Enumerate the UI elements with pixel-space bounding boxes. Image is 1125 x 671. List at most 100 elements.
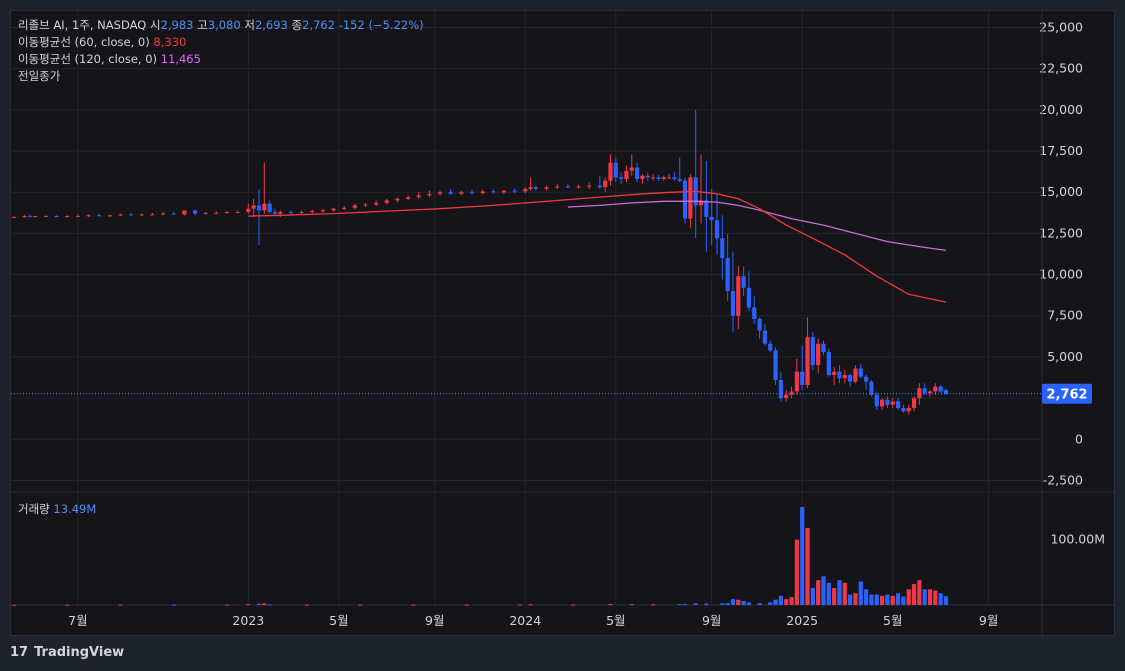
candle-body <box>342 207 347 209</box>
candle-body <box>624 170 629 180</box>
low-value: 2,693 <box>254 18 288 32</box>
candle-body <box>805 337 810 385</box>
candle-body <box>938 386 943 392</box>
candle-body <box>501 190 507 193</box>
y-tick-label: 7,500 <box>1047 308 1083 323</box>
candle-body <box>800 371 805 385</box>
candle-body <box>757 319 762 331</box>
volume-bar <box>704 603 709 605</box>
candle-body <box>906 407 911 412</box>
candle-body <box>363 204 368 206</box>
candle-body <box>65 216 70 218</box>
high-label: 고 <box>197 18 208 32</box>
prev-close-legend[interactable]: 전일종가 <box>18 68 424 85</box>
candle-body <box>895 401 901 408</box>
volume-bar <box>864 589 869 605</box>
candle-body <box>75 216 81 218</box>
volume-value: 13.49M <box>53 502 97 516</box>
candle-body <box>885 399 890 405</box>
chart-legend: 리졸브 AI, 1주, NASDAQ 시2,983 고3,080 저2,693 … <box>18 17 424 85</box>
symbol-title[interactable]: 리졸브 AI, 1주, NASDAQ <box>18 18 146 32</box>
candle-body <box>214 212 219 214</box>
candle-body <box>448 192 453 194</box>
x-tick-label: 5월 <box>606 613 625 628</box>
ma60-legend[interactable]: 이동평균선 (60, close, 0) 8,330 <box>18 34 424 51</box>
volume-bar <box>943 596 949 605</box>
candle-body <box>352 205 357 208</box>
candle-body <box>251 205 256 209</box>
volume-bar <box>810 588 815 605</box>
volume-bar <box>693 603 698 605</box>
candle-body <box>704 200 709 217</box>
volume-bar <box>826 582 831 605</box>
candle-body <box>917 388 922 399</box>
candle-body <box>459 192 464 194</box>
volume-bar <box>938 593 943 605</box>
candle-body <box>741 276 746 288</box>
volume-label: 거래량 <box>18 502 50 516</box>
volume-bar <box>118 604 123 606</box>
volume-bar <box>11 604 17 606</box>
candle-body <box>107 215 112 217</box>
candle-body <box>922 388 927 394</box>
volume-bar <box>890 595 895 605</box>
volume-bar <box>848 594 853 605</box>
candle-body <box>267 203 272 212</box>
candle-body <box>864 376 869 382</box>
tradingview-brand[interactable]: 𝟭𝟳 TradingView <box>10 645 124 660</box>
candle-body <box>688 177 693 219</box>
candle-body <box>86 215 91 217</box>
candle-body <box>528 187 533 189</box>
chart-frame: 25,000 22,500 20,000 17,500 15,000 12,500 10,0… <box>10 10 1115 636</box>
volume-bar <box>853 593 858 605</box>
candle-body <box>746 287 752 308</box>
candle-body <box>768 343 773 351</box>
candle-body <box>879 399 885 407</box>
candle-body <box>608 162 613 181</box>
candle-body <box>22 216 27 218</box>
candle-body <box>331 208 336 211</box>
candle-body <box>310 211 315 213</box>
volume-bar <box>773 599 778 605</box>
candle-body <box>597 185 602 188</box>
candle-body <box>810 337 815 366</box>
y-tick-label: 0 <box>1075 431 1083 446</box>
candle-body <box>224 211 230 213</box>
tradingview-logo-icon: 𝟭𝟳 <box>10 645 29 660</box>
volume-bar <box>778 595 784 605</box>
volume-bar <box>927 589 933 605</box>
x-tick-label: 2023 <box>232 613 264 628</box>
volume-bar <box>869 594 874 605</box>
candle-body <box>54 216 59 218</box>
close-value: 2,762 <box>302 18 336 32</box>
y-tick-label: 25,000 <box>1039 19 1083 34</box>
candle-body <box>320 210 325 212</box>
volume-legend[interactable]: 거래량 13.49M <box>18 501 96 517</box>
candle-body <box>544 187 549 189</box>
candle-body <box>619 177 624 180</box>
volume-bar <box>528 604 533 606</box>
candle-body <box>661 177 666 180</box>
chart-canvas[interactable]: 25,000 22,500 20,000 17,500 15,000 12,500 10,0… <box>11 11 1114 635</box>
candle-body <box>27 216 33 218</box>
ma120-legend[interactable]: 이동평균선 (120, close, 0) 11,465 <box>18 51 424 68</box>
x-tick-label: 9월 <box>702 613 721 628</box>
candle-body <box>161 213 166 215</box>
candle-body <box>635 167 640 180</box>
volume-bar <box>789 597 794 605</box>
candle-body <box>789 391 794 395</box>
ma120-line <box>567 200 947 252</box>
y-tick-label: 17,500 <box>1039 143 1083 158</box>
candle-body <box>720 238 725 259</box>
ma60-label: 이동평균선 (60, close, 0) <box>18 35 150 49</box>
candle-body <box>129 214 134 216</box>
x-tick-label: 2024 <box>509 613 541 628</box>
close-label: 종 <box>291 18 303 32</box>
candle-body <box>666 177 672 179</box>
candle-body <box>672 177 677 180</box>
candle-body <box>118 214 123 216</box>
volume-bar <box>517 604 523 606</box>
x-tick-label: 9월 <box>979 613 998 628</box>
volume-bar <box>816 580 821 605</box>
volume-tick-label: 100.00M <box>1050 532 1105 547</box>
